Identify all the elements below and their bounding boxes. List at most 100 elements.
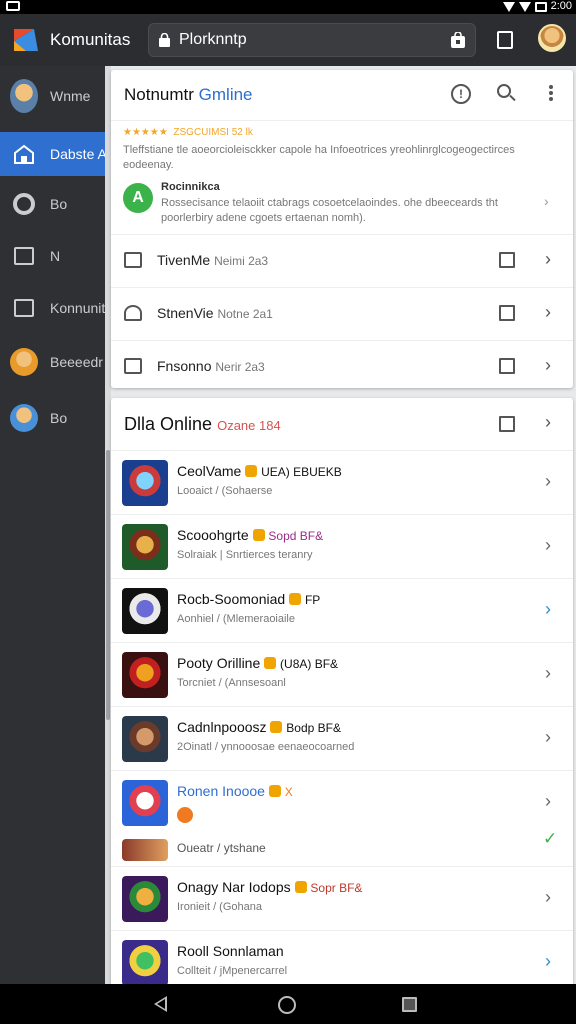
inbox-icon <box>10 242 38 270</box>
status-icons: 2:00 <box>502 0 572 13</box>
game-list-item[interactable]: Pooty Orilline (U8A) BF& Torcniet / (Anns… <box>111 642 573 706</box>
checkbox[interactable] <box>499 305 515 321</box>
game-list-item[interactable]: CeolVame UEA) EBUEKB Looaict / (Sohaerse › <box>111 450 573 514</box>
sidebar-item-label: Dabste A <box>50 146 105 162</box>
notice-block[interactable]: ★★★★★ ZSGCUIMSI 52 lk Tleffstiane tle ao… <box>111 120 573 234</box>
notice-text: Tleffstiane tle aoeorcioleisckker capole… <box>123 144 515 171</box>
game-name: Ronen Inoooe <box>177 783 265 799</box>
card-title-prefix: Dlla <box>124 414 156 434</box>
game-name: Scooohgrte <box>177 527 249 543</box>
list-item-title: TivenMe <box>157 252 211 268</box>
game-meta: Looaict / (Sohaerse <box>177 485 273 497</box>
game-title: Pooty Orilline (U8A) BF& <box>177 655 338 671</box>
game-list-item[interactable]: Ronen Inoooe X Oueatr / ytshane ✓ › <box>111 770 573 866</box>
profile-avatar[interactable] <box>538 24 566 52</box>
game-title: CeolVame UEA) EBUEKB <box>177 463 342 479</box>
game-thumbnail <box>122 780 168 826</box>
coin-icon <box>264 657 277 669</box>
checkbox[interactable] <box>499 416 515 432</box>
list-item[interactable]: TivenMe Neimi 2a3 › <box>111 234 573 287</box>
sidebar-item-wnme[interactable]: Wnme <box>0 74 105 118</box>
list-item[interactable]: Fnsonno Nerir 2a3 › <box>111 340 573 388</box>
checkmark-icon[interactable]: ✓ <box>543 829 557 849</box>
card-header: Dlla Online Ozane 184 › <box>111 398 573 450</box>
coin-icon <box>252 529 265 541</box>
scrollbar-thumb[interactable] <box>106 450 110 720</box>
tabs-icon[interactable] <box>497 31 513 49</box>
app-logo-icon <box>14 29 38 51</box>
sidebar-item-beeeedr[interactable]: Beeeedr <box>0 340 105 384</box>
recents-icon[interactable] <box>402 997 417 1012</box>
app-title: Komunitas <box>50 30 131 49</box>
list-item-title: StnenVie <box>157 305 214 321</box>
chevron-right-icon[interactable]: › <box>545 302 551 323</box>
list-item[interactable]: StnenVie Notne 2a1 › <box>111 287 573 340</box>
game-list-item[interactable]: Onagy Nar Iodops Sopr BF& Ironieit / (Goh… <box>111 866 573 930</box>
url-bar[interactable]: Plorknntp <box>148 23 476 57</box>
notice-subtext: Rossecisance telaoiit ctabrags cosoetcel… <box>161 197 498 224</box>
chevron-right-icon[interactable]: › <box>545 727 551 748</box>
sidebar-item-dabste[interactable]: Dabste A <box>0 132 105 176</box>
sidebar-item-bo-2[interactable]: Bo <box>0 396 105 440</box>
chevron-right-icon[interactable]: › <box>545 535 551 556</box>
more-options-icon[interactable] <box>541 84 561 102</box>
info-icon[interactable]: ! <box>451 84 471 104</box>
card-header: Notnumtr Gmline ! <box>111 70 573 120</box>
shopping-bag-icon[interactable] <box>451 32 465 48</box>
game-name: Onagy Nar Iodops <box>177 879 291 895</box>
chevron-right-icon[interactable]: › <box>545 663 551 684</box>
coin-icon <box>268 785 281 797</box>
url-text: Plorknntp <box>179 31 247 48</box>
game-tag: Bodp BF& <box>286 721 341 735</box>
back-icon[interactable] <box>154 996 167 1012</box>
chevron-right-icon[interactable]: › <box>545 249 551 270</box>
game-meta: Solraiak | Snrtierces teranry <box>177 549 313 561</box>
game-title: Onagy Nar Iodops Sopr BF& <box>177 879 362 895</box>
status-time: 2:00 <box>550 0 572 12</box>
game-meta: Collteit / jMpenercarrel <box>177 965 288 977</box>
chevron-right-icon[interactable]: › <box>545 599 551 620</box>
game-title: Rocb-Soomoniad FP <box>177 591 320 607</box>
rating-stars: ★★★★★ ZSGCUIMSI 52 lk <box>123 127 253 138</box>
game-meta: Torcniet / (Annsesoanl <box>177 677 286 689</box>
chevron-right-icon[interactable]: › <box>545 471 551 492</box>
checkbox[interactable] <box>499 252 515 268</box>
notification-icon <box>6 1 20 11</box>
sidebar-item-n[interactable]: N <box>0 234 105 278</box>
sidebar-item-konnunit[interactable]: Konnunit <box>0 286 105 330</box>
game-list-item[interactable]: Rooll Sonnlaman Collteit / jMpenercarrel › <box>111 930 573 990</box>
signal-icon <box>518 1 531 12</box>
search-icon[interactable] <box>497 84 517 104</box>
lock-icon <box>159 33 170 47</box>
list-item-title: Fnsonno <box>157 358 212 374</box>
chevron-right-icon[interactable]: › <box>545 887 551 908</box>
game-name: Rooll Sonnlaman <box>177 943 284 959</box>
game-title: Rooll Sonnlaman <box>177 943 284 959</box>
game-list-item[interactable]: Rocb-Soomoniad FP Aonhiel / (Mlemeraoiail… <box>111 578 573 642</box>
chevron-right-icon[interactable]: › <box>545 412 551 433</box>
game-list-item[interactable]: Scooohgrte Sopd BF& Solraiak | Snrtierces… <box>111 514 573 578</box>
coin-icon <box>294 881 307 893</box>
system-nav-bar <box>0 984 576 1024</box>
app-bar: Komunitas Plorknntp <box>0 14 576 66</box>
card-title-accent: Gmline <box>198 85 253 104</box>
game-thumbnail <box>122 876 168 922</box>
home-circle-icon[interactable] <box>278 996 296 1014</box>
folder-icon <box>10 294 38 322</box>
game-name: Cadnlnpooosz <box>177 719 267 735</box>
sidebar-item-bo[interactable]: Bo <box>0 182 105 226</box>
main-content: Notnumtr Gmline ! ★★★★★ ZSGCUIMSI 52 lk … <box>111 66 576 988</box>
game-thumbnail <box>122 524 168 570</box>
chevron-right-icon[interactable]: › <box>545 791 551 812</box>
sidebar-item-label: Beeeedr <box>50 354 103 370</box>
notifications-card: Notnumtr Gmline ! ★★★★★ ZSGCUIMSI 52 lk … <box>111 70 573 388</box>
ring-icon <box>10 190 38 218</box>
game-subtitle: Oueatr / ytshane <box>177 841 266 855</box>
chevron-right-icon[interactable]: › <box>545 951 551 972</box>
checkbox[interactable] <box>499 358 515 374</box>
game-title: Scooohgrte Sopd BF& <box>177 527 323 543</box>
game-list-item[interactable]: Cadnlnpooosz Bodp BF& 2Oinatl / ynnooosae… <box>111 706 573 770</box>
chevron-right-icon[interactable]: › <box>545 355 551 376</box>
chevron-right-icon[interactable]: › <box>544 193 549 209</box>
sidebar-item-label: Bo <box>50 410 68 426</box>
